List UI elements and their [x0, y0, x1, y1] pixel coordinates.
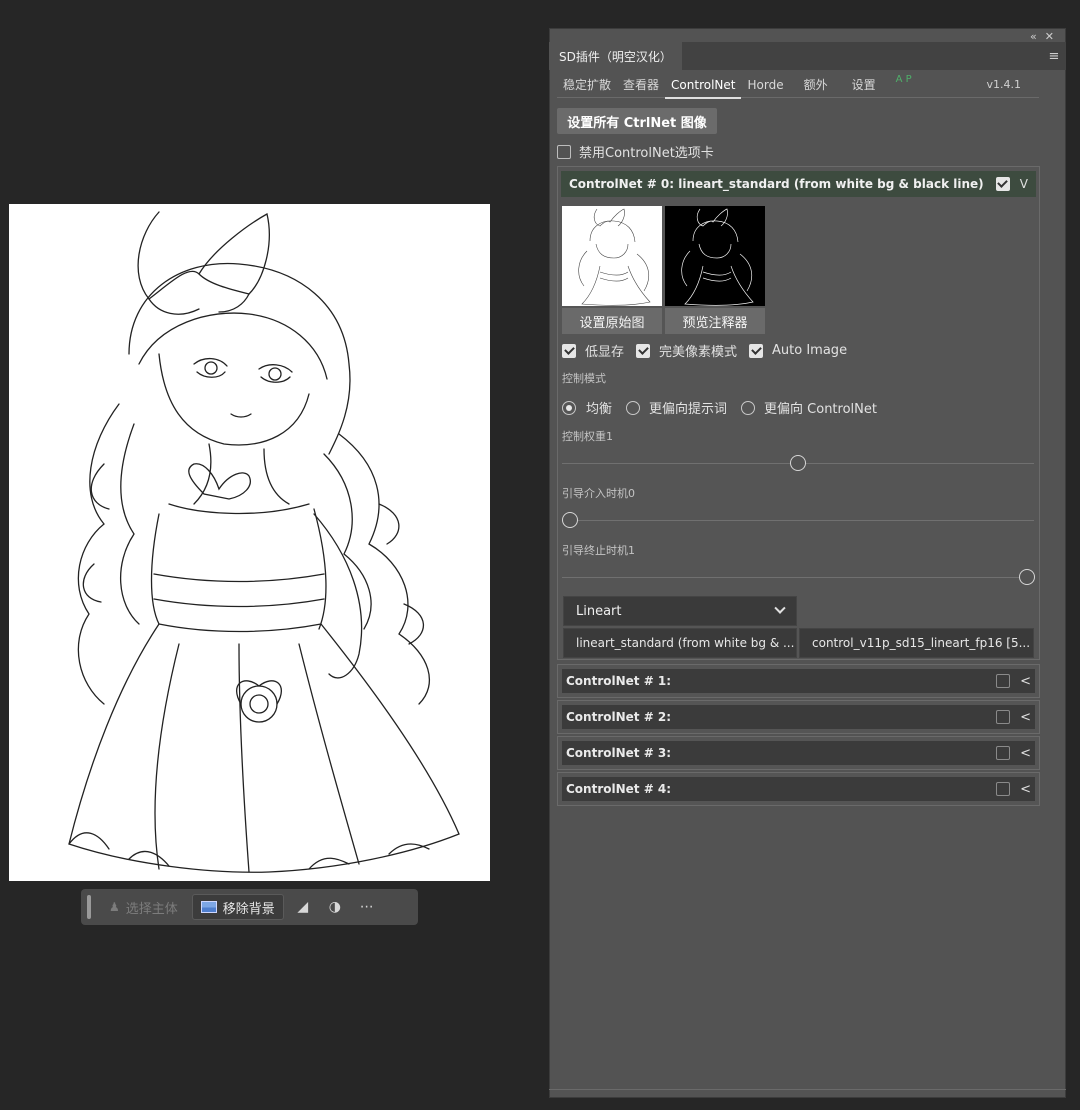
transform-icon[interactable]: ◢ — [290, 894, 316, 920]
remove-background-button[interactable]: 移除背景 — [191, 894, 284, 920]
preprocessor-select[interactable]: lineart_standard (from white bg & ... — [563, 628, 797, 658]
guidance-start-slider-handle[interactable] — [562, 512, 578, 528]
chevron-left-icon[interactable]: < — [1020, 674, 1031, 689]
controlnet-unit-4-enable-checkbox[interactable] — [996, 782, 1011, 796]
control-type-select[interactable]: Lineart — [563, 596, 797, 626]
panel-menu-icon[interactable]: ≡ — [1042, 42, 1066, 70]
controlnet-unit-1-enable-checkbox[interactable] — [996, 674, 1011, 688]
panel-title-tab[interactable]: SD插件（明空汉化） — [549, 42, 682, 70]
controlnet-unit-2-enable-checkbox[interactable] — [996, 710, 1011, 724]
chevron-left-icon[interactable]: < — [1020, 746, 1031, 761]
control-weight-label: 控制权重1 — [562, 430, 613, 443]
unit-0-options-row: 低显存 完美像素模式 Auto Image — [562, 341, 847, 360]
more-options-icon[interactable]: ⋯ — [354, 894, 380, 920]
tab-settings[interactable]: 设置 — [846, 72, 882, 98]
version-label: v1.4.1 — [986, 78, 1022, 91]
pixel-perfect-checkbox[interactable] — [636, 343, 651, 358]
canvas-document[interactable] — [9, 204, 490, 881]
person-icon: ♟ — [109, 900, 120, 914]
controlnet-unit-1-header[interactable]: ControlNet # 1: < — [562, 669, 1035, 693]
chevron-left-icon[interactable]: < — [1020, 782, 1031, 797]
low-vram-checkbox[interactable] — [562, 343, 576, 358]
controlnet-unit-1-title: ControlNet # 1: — [566, 674, 672, 688]
controlnet-unit-4: ControlNet # 4: < — [557, 772, 1040, 806]
guidance-start-label: 引导介入时机0 — [562, 487, 635, 500]
controlnet-unit-3: ControlNet # 3: < — [557, 736, 1040, 770]
mode-prompt-label: 更偏向提示词 — [649, 402, 728, 417]
mode-prompt-radio[interactable] — [626, 400, 641, 415]
mode-balanced-label: 均衡 — [586, 402, 613, 417]
controlnet-unit-0-enable-checkbox[interactable] — [995, 177, 1010, 191]
mode-balanced-radio[interactable] — [562, 400, 576, 415]
lineart-artwork — [68, 211, 460, 873]
original-thumbnail-art — [578, 208, 651, 306]
controlnet-unit-0-title: ControlNet # 0: lineart_standard (from w… — [569, 177, 984, 191]
model-select[interactable]: control_v11p_sd15_lineart_fp16 [5... — [799, 628, 1034, 658]
mode-controlnet-label: 更偏向 ControlNet — [764, 402, 877, 417]
tab-viewer[interactable]: 查看器 — [617, 72, 665, 98]
auto-image-label: Auto Image — [772, 343, 848, 358]
guidance-end-slider-track[interactable] — [562, 577, 1034, 578]
controlnet-unit-3-enable-checkbox[interactable] — [996, 746, 1011, 760]
annotator-preview-thumbnail[interactable] — [665, 206, 765, 306]
control-mode-radio-group: 均衡 更偏向提示词 更偏向 ControlNet — [562, 398, 877, 417]
controlnet-unit-2-header[interactable]: ControlNet # 2: < — [562, 705, 1035, 729]
select-subject-label: 选择主体 — [125, 901, 178, 917]
guidance-end-slider-handle[interactable] — [1019, 569, 1035, 585]
mode-controlnet-radio[interactable] — [741, 400, 756, 415]
panel-footer-divider — [549, 1089, 1066, 1090]
controlnet-unit-2: ControlNet # 2: < — [557, 700, 1040, 734]
pixel-perfect-label: 完美像素模式 — [659, 345, 738, 360]
tab-horde[interactable]: Horde — [741, 72, 789, 98]
controlnet-unit-3-title: ControlNet # 3: — [566, 746, 672, 760]
remove-background-label: 移除背景 — [222, 901, 275, 917]
tab-stable-diffusion[interactable]: 稳定扩散 — [557, 72, 617, 98]
controlnet-unit-4-title: ControlNet # 4: — [566, 782, 672, 796]
controlnet-unit-3-header[interactable]: ControlNet # 3: < — [562, 741, 1035, 765]
panel-header: SD插件（明空汉化） ≡ — [549, 42, 1066, 70]
guidance-end-label: 引导终止时机1 — [562, 544, 635, 557]
control-weight-slider-handle[interactable] — [790, 455, 806, 471]
low-vram-label: 低显存 — [585, 345, 625, 360]
set-all-ctrlnet-images-button[interactable]: 设置所有 CtrlNet 图像 — [557, 108, 717, 134]
tab-extras[interactable]: 额外 — [798, 72, 834, 98]
select-subject-button[interactable]: ♟ 选择主体 — [101, 894, 186, 920]
disable-controlnet-tab-checkbox[interactable] — [557, 144, 571, 159]
chevron-down-icon[interactable]: V — [1020, 177, 1028, 191]
auto-image-checkbox[interactable] — [749, 343, 764, 358]
contextual-task-bar: ♟ 选择主体 移除背景 ◢ ◑ ⋯ — [81, 889, 418, 925]
controlnet-unit-1: ControlNet # 1: < — [557, 664, 1040, 698]
disable-controlnet-tab-row: 禁用ControlNet选项卡 — [557, 142, 714, 161]
control-mode-label: 控制模式 — [562, 372, 606, 385]
annotator-thumbnail-art — [681, 208, 754, 306]
controlnet-unit-2-title: ControlNet # 2: — [566, 710, 672, 724]
set-original-image-button[interactable]: 设置原始图 — [562, 308, 662, 334]
image-icon — [200, 901, 217, 913]
controlnet-unit-4-header[interactable]: ControlNet # 4: < — [562, 777, 1035, 801]
main-tabs: 稳定扩散 查看器 ControlNet Horde 额外 设置 A P v1.4… — [557, 72, 1039, 99]
guidance-start-slider-track[interactable] — [562, 520, 1034, 521]
disable-controlnet-tab-label: 禁用ControlNet选项卡 — [579, 146, 714, 161]
controlnet-unit-0-header[interactable]: ControlNet # 0: lineart_standard (from w… — [561, 171, 1036, 197]
ap-badge: A P — [895, 74, 912, 85]
control-type-value: Lineart — [576, 603, 622, 619]
chevron-left-icon[interactable]: < — [1020, 710, 1031, 725]
adjustment-icon[interactable]: ◑ — [322, 894, 348, 920]
chevron-down-icon — [774, 602, 786, 614]
original-image-thumbnail[interactable] — [562, 206, 662, 306]
tab-controlnet[interactable]: ControlNet — [665, 72, 742, 99]
preview-annotator-button[interactable]: 预览注释器 — [665, 308, 765, 334]
drag-handle[interactable] — [87, 895, 91, 919]
